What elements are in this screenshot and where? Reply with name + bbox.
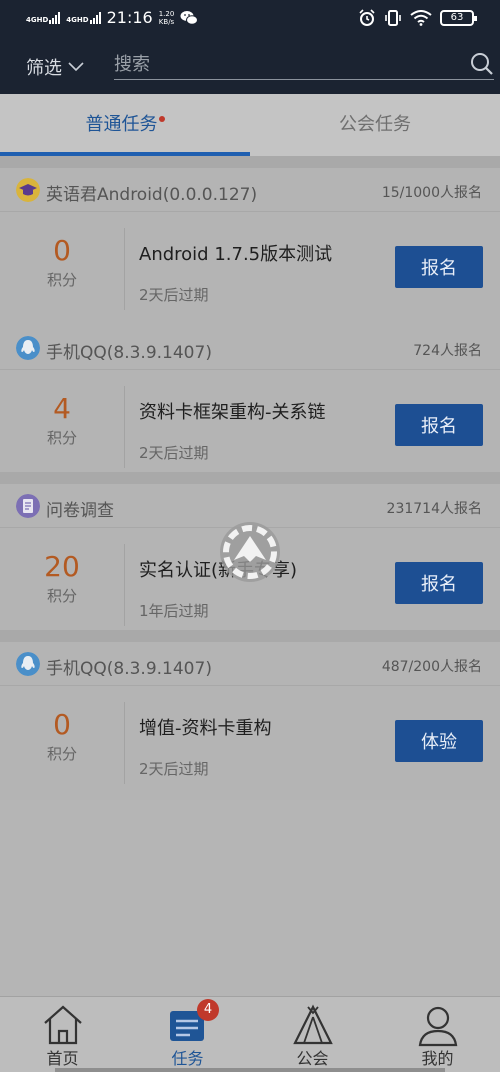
home-icon bbox=[44, 1005, 82, 1045]
signup-count: 487/200人报名 bbox=[381, 659, 482, 675]
survey-icon bbox=[16, 494, 40, 518]
tab-normal-tasks[interactable]: 普通任务 bbox=[0, 94, 250, 156]
task-card[interactable]: 手机QQ(8.3.9.1407) 724人报名 4 积分 资料卡框架重构-关系链… bbox=[0, 326, 500, 484]
tent-icon bbox=[293, 1004, 333, 1045]
notification-badge: 4 bbox=[197, 999, 219, 1021]
bottom-nav: 首页 4 任务 公会 我的 bbox=[0, 996, 500, 1072]
network-type-1: 4GHD bbox=[26, 15, 49, 24]
home-indicator[interactable] bbox=[55, 1068, 445, 1072]
notification-dot bbox=[158, 116, 165, 122]
status-bar: 4GHD 4GHD 21:16 1.20 KB/s 63 bbox=[0, 0, 500, 40]
task-card-body: 0 积分 增值-资料卡重构 2天后过期 体验 bbox=[0, 686, 500, 800]
points-label: 积分 bbox=[46, 429, 77, 447]
chevron-down-icon bbox=[68, 62, 84, 72]
task-card[interactable]: 英语君Android(0.0.0.127) 15/1000人报名 0 积分 An… bbox=[0, 168, 500, 326]
task-tabs: 普通任务 公会任务 bbox=[0, 94, 500, 156]
points: 0 积分 bbox=[0, 234, 124, 290]
wifi-icon bbox=[410, 10, 432, 26]
signup-button[interactable]: 报名 bbox=[395, 404, 483, 446]
task-card-header: 英语君Android(0.0.0.127) 15/1000人报名 bbox=[0, 168, 500, 212]
signup-count: 231714人报名 bbox=[386, 501, 482, 517]
tab-label: 普通任务 bbox=[85, 114, 158, 135]
task-title: Android 1.7.5版本测试 bbox=[139, 244, 333, 265]
nav-home[interactable]: 首页 bbox=[0, 997, 125, 1072]
signal-2: 4GHD bbox=[66, 11, 101, 24]
nav-label: 我的 bbox=[421, 1049, 454, 1068]
task-expiry: 2天后过期 bbox=[139, 286, 209, 304]
points-label: 积分 bbox=[46, 745, 77, 763]
nav-guild[interactable]: 公会 bbox=[250, 997, 375, 1072]
signal-bars-icon bbox=[89, 11, 101, 24]
graduation-cap-icon bbox=[16, 178, 40, 202]
signup-count: 15/1000人报名 bbox=[381, 185, 482, 201]
points: 20 积分 bbox=[0, 550, 124, 606]
alarm-icon bbox=[359, 9, 375, 26]
tab-guild-tasks[interactable]: 公会任务 bbox=[250, 94, 500, 156]
task-title: 资料卡框架重构-关系链 bbox=[139, 402, 326, 423]
status-left: 4GHD 4GHD 21:16 1.20 KB/s bbox=[26, 8, 199, 27]
task-expiry: 2天后过期 bbox=[139, 444, 209, 462]
separator bbox=[0, 630, 500, 642]
task-card-header: 手机QQ(8.3.9.1407) 724人报名 bbox=[0, 326, 500, 370]
profile-icon bbox=[418, 1006, 458, 1047]
points-value: 4 bbox=[53, 392, 71, 425]
search-input[interactable] bbox=[114, 50, 444, 78]
task-expiry: 1年后过期 bbox=[139, 602, 209, 620]
divider bbox=[124, 544, 125, 626]
search-bar bbox=[114, 50, 494, 80]
loading-spinner-icon bbox=[220, 522, 280, 582]
divider bbox=[124, 702, 125, 784]
net-speed-value: 1.20 bbox=[158, 9, 175, 18]
task-card-body: 0 积分 Android 1.7.5版本测试 2天后过期 报名 bbox=[0, 212, 500, 326]
points: 4 积分 bbox=[0, 392, 124, 448]
wechat-icon bbox=[180, 10, 199, 25]
divider bbox=[124, 228, 125, 310]
task-expiry: 2天后过期 bbox=[139, 760, 209, 778]
nav-label: 公会 bbox=[296, 1049, 329, 1068]
separator bbox=[0, 472, 500, 484]
points-value: 0 bbox=[53, 234, 71, 267]
task-card-header: 手机QQ(8.3.9.1407) 487/200人报名 bbox=[0, 642, 500, 686]
header: 筛选 bbox=[0, 40, 500, 94]
net-speed-unit: KB/s bbox=[158, 17, 175, 26]
vibrate-icon bbox=[385, 10, 401, 26]
task-card-body: 4 积分 资料卡框架重构-关系链 2天后过期 报名 bbox=[0, 370, 500, 484]
points-label: 积分 bbox=[46, 271, 77, 289]
experience-button[interactable]: 体验 bbox=[395, 720, 483, 762]
app-name: 手机QQ(8.3.9.1407) bbox=[46, 659, 212, 679]
signup-button[interactable]: 报名 bbox=[395, 246, 483, 288]
filter-label: 筛选 bbox=[26, 58, 62, 79]
qq-penguin-icon bbox=[16, 652, 40, 676]
clock: 21:16 bbox=[106, 8, 153, 27]
points-value: 20 bbox=[44, 550, 80, 583]
nav-profile[interactable]: 我的 bbox=[375, 997, 500, 1072]
points: 0 积分 bbox=[0, 708, 124, 764]
tab-label: 公会任务 bbox=[339, 114, 411, 135]
net-speed: 1.20 KB/s bbox=[159, 10, 175, 26]
points-value: 0 bbox=[53, 708, 71, 741]
signup-count: 724人报名 bbox=[413, 343, 482, 359]
search-icon[interactable] bbox=[470, 52, 494, 76]
separator bbox=[0, 156, 500, 168]
divider bbox=[124, 386, 125, 468]
points-label: 积分 bbox=[46, 587, 77, 605]
status-right: 63 bbox=[358, 9, 477, 27]
nav-tasks[interactable]: 4 任务 bbox=[125, 997, 250, 1072]
app-name: 问卷调查 bbox=[46, 501, 114, 521]
filter-button[interactable]: 筛选 bbox=[26, 54, 84, 80]
network-type-2: 4GHD bbox=[66, 15, 89, 24]
battery-icon: 63 bbox=[440, 10, 477, 26]
signal-1: 4GHD bbox=[26, 11, 61, 24]
nav-label: 首页 bbox=[46, 1049, 79, 1068]
nav-label: 任务 bbox=[171, 1049, 204, 1068]
qq-penguin-icon bbox=[16, 336, 40, 360]
task-title: 增值-资料卡重构 bbox=[139, 718, 272, 739]
signal-bars-icon bbox=[49, 11, 61, 24]
task-card[interactable]: 手机QQ(8.3.9.1407) 487/200人报名 0 积分 增值-资料卡重… bbox=[0, 642, 500, 800]
signup-button[interactable]: 报名 bbox=[395, 562, 483, 604]
app-name: 英语君Android(0.0.0.127) bbox=[46, 185, 258, 205]
app-name: 手机QQ(8.3.9.1407) bbox=[46, 343, 212, 363]
